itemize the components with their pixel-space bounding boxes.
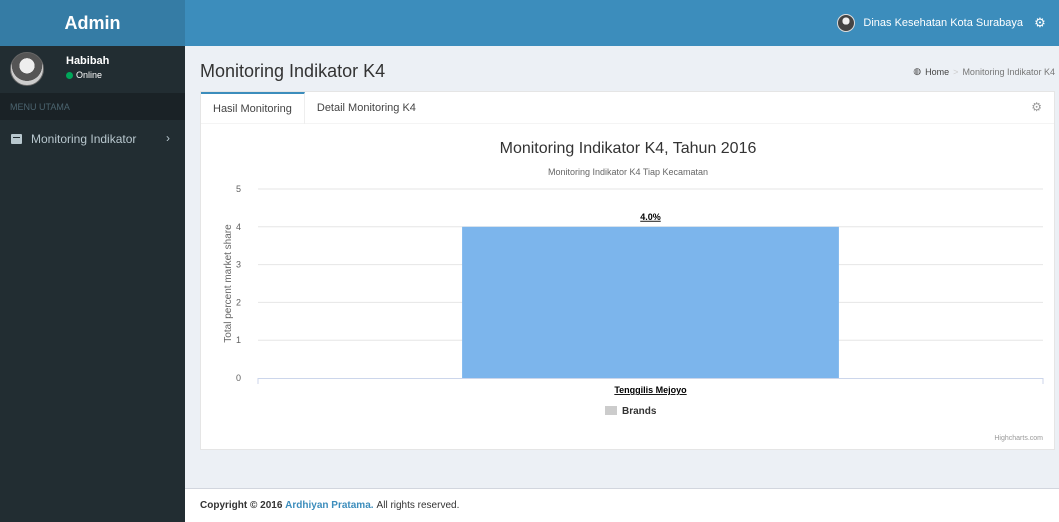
- footer-rights: All rights reserved.: [376, 500, 460, 511]
- bar-chart: Monitoring Indikator K4, Tahun 2016 Monit…: [223, 140, 1044, 442]
- y-tick-label: 5: [236, 184, 241, 194]
- dashboard-icon: ◍: [913, 66, 922, 76]
- sidebar-item-monitoring-indikator[interactable]: Monitoring Indikator ›: [0, 120, 185, 158]
- chart-credits: Highcharts.com: [994, 435, 1043, 442]
- menu-header: MENU UTAMA: [0, 93, 185, 120]
- user-status: Online: [66, 70, 102, 80]
- legend-label: Brands: [622, 406, 657, 417]
- online-dot-icon: [66, 71, 73, 79]
- y-axis-label: Total percent market share: [223, 224, 234, 343]
- page-title: Monitoring Indikator K4: [200, 61, 386, 81]
- sidebar: Habibah Online MENU UTAMA Monitoring Ind…: [0, 46, 185, 522]
- user-avatar-small: [837, 14, 856, 32]
- footer: Copyright © 2016 Ardhiyan Pratama. All r…: [185, 488, 1059, 522]
- user-status-label: Online: [76, 70, 103, 80]
- breadcrumb-current: Monitoring Indikator K4: [962, 66, 1055, 77]
- footer-author-link[interactable]: Ardhiyan Pratama.: [285, 500, 373, 511]
- org-name: Dinas Kesehatan Kota Surabaya: [863, 17, 1023, 29]
- breadcrumb-separator: >: [953, 66, 959, 77]
- y-tick-label: 2: [236, 297, 241, 307]
- tab-hasil-monitoring[interactable]: Hasil Monitoring: [201, 92, 305, 124]
- chevron-right-icon: ›: [166, 131, 170, 145]
- chart-subtitle: Monitoring Indikator K4 Tiap Kecamatan: [548, 167, 708, 177]
- tab-bar: Hasil Monitoring Detail Monitoring K4 ⚙: [201, 92, 1054, 124]
- app-logo[interactable]: Admin: [0, 0, 185, 46]
- book-icon: [11, 134, 22, 144]
- chart-title: Monitoring Indikator K4, Tahun 2016: [500, 140, 757, 157]
- top-navbar: Dinas Kesehatan Kota Surabaya ⚙: [185, 0, 1059, 46]
- chart-bar: [462, 226, 839, 378]
- gear-icon[interactable]: ⚙: [1031, 100, 1042, 114]
- user-menu[interactable]: Dinas Kesehatan Kota Surabaya: [837, 0, 1023, 46]
- y-tick-label: 1: [236, 335, 241, 345]
- user-panel: Habibah Online: [0, 46, 185, 93]
- data-label: 4.0%: [640, 212, 661, 222]
- gears-icon[interactable]: ⚙: [1027, 0, 1053, 46]
- y-tick-label: 3: [236, 260, 241, 270]
- chart-container: Monitoring Indikator K4, Tahun 2016 Monit…: [201, 125, 1056, 450]
- breadcrumb: ◍ Home > Monitoring Indikator K4: [913, 66, 1055, 77]
- user-name: Habibah: [66, 55, 110, 67]
- y-tick-label: 0: [236, 373, 241, 383]
- tab-detail-monitoring[interactable]: Detail Monitoring K4: [305, 92, 428, 124]
- breadcrumb-home[interactable]: Home: [925, 67, 949, 77]
- avatar: [10, 52, 44, 86]
- monitoring-box: Hasil Monitoring Detail Monitoring K4 ⚙ …: [200, 91, 1055, 450]
- footer-copyright: Copyright © 2016: [200, 500, 283, 511]
- sidebar-item-label: Monitoring Indikator: [31, 132, 137, 146]
- y-tick-label: 4: [236, 222, 241, 232]
- x-tick-label: Tenggilis Mejoyo: [614, 385, 687, 395]
- legend-swatch: [605, 406, 617, 415]
